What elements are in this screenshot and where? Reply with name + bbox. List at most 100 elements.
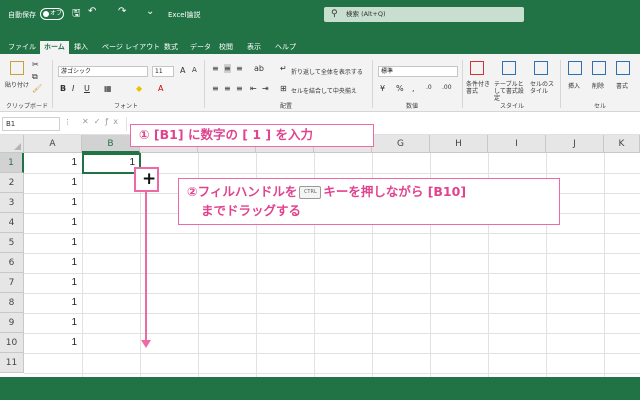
column-header-g[interactable]: G <box>372 135 430 153</box>
tab-data[interactable]: データ <box>190 42 211 52</box>
font-name-select[interactable]: 游ゴシック <box>58 66 148 77</box>
row-header-10[interactable]: 10 <box>0 333 24 353</box>
increase-font-icon[interactable]: A <box>180 66 185 75</box>
cell-styles-button[interactable]: セルのスタイル <box>530 81 554 95</box>
format-as-table-button[interactable]: テーブルとして書式設定 <box>494 81 526 102</box>
ribbon-separator <box>52 60 53 108</box>
delete-cells-button[interactable]: 削除 <box>592 81 604 90</box>
tab-review[interactable]: 校閲 <box>219 42 233 52</box>
column-header-i[interactable]: I <box>488 135 546 153</box>
name-box[interactable]: B1 <box>2 117 60 131</box>
decrease-decimal-icon[interactable]: .00 <box>442 84 452 91</box>
save-icon[interactable]: 🖫 <box>72 6 81 23</box>
outdent-icon[interactable]: ⇥ <box>262 84 269 93</box>
underline-button[interactable]: U <box>84 84 90 93</box>
row-header-1[interactable]: 1 <box>0 153 24 173</box>
align-middle-icon[interactable]: ≡ <box>224 64 231 73</box>
percent-icon[interactable]: % <box>396 84 404 93</box>
tab-formulas[interactable]: 数式 <box>164 42 178 52</box>
tab-help[interactable]: ヘルプ <box>275 42 296 52</box>
cell-a10[interactable]: 1 <box>24 333 80 353</box>
increase-decimal-icon[interactable]: .0 <box>426 84 432 91</box>
align-right-icon[interactable]: ≡ <box>236 84 243 93</box>
align-left-icon[interactable]: ≡ <box>212 84 219 93</box>
wrap-text-button[interactable]: 折り返して全体を表示する <box>291 67 363 76</box>
borders-icon[interactable]: ▦ <box>104 84 112 93</box>
redo-icon[interactable]: ↷ <box>118 6 126 17</box>
insert-cells-icon[interactable] <box>568 61 582 75</box>
cell-styles-icon[interactable] <box>534 61 548 75</box>
comma-style-icon[interactable]: , <box>412 84 415 93</box>
column-header-k[interactable]: K <box>604 135 640 153</box>
cell-a8[interactable]: 1 <box>24 293 80 313</box>
ribbon-separator <box>372 60 373 108</box>
align-bottom-icon[interactable]: ≡ <box>236 64 243 73</box>
row-header-4[interactable]: 4 <box>0 213 24 233</box>
cell-a1[interactable]: 1 <box>24 153 80 173</box>
row-header-5[interactable]: 5 <box>0 233 24 253</box>
tab-insert[interactable]: 挿入 <box>74 42 88 52</box>
cells-group-label: セル <box>594 103 607 110</box>
column-header-h[interactable]: H <box>430 135 488 153</box>
delete-cells-icon[interactable] <box>592 61 606 75</box>
decrease-font-icon[interactable]: A <box>192 66 197 74</box>
paste-button[interactable]: 貼り付け <box>5 80 29 89</box>
row-header-2[interactable]: 2 <box>0 173 24 193</box>
select-all-button[interactable] <box>0 135 24 153</box>
currency-icon[interactable]: ¥ <box>380 84 385 93</box>
arrow-down-icon <box>141 340 151 348</box>
number-format-select[interactable]: 標準 <box>378 66 458 77</box>
row-header-7[interactable]: 7 <box>0 273 24 293</box>
merge-icon: ⊞ <box>280 84 287 93</box>
font-color-icon[interactable]: A <box>158 84 163 93</box>
paste-icon[interactable] <box>10 61 24 75</box>
tab-file[interactable]: ファイル <box>8 42 36 52</box>
cut-icon[interactable]: ✂ <box>32 60 39 69</box>
italic-button[interactable]: I <box>72 84 74 93</box>
cell-a3[interactable]: 1 <box>24 193 80 213</box>
cell-a4[interactable]: 1 <box>24 213 80 233</box>
cell-a2[interactable]: 1 <box>24 173 80 193</box>
indent-icon[interactable]: ⇤ <box>250 84 257 93</box>
align-center-icon[interactable]: ≡ <box>224 84 231 93</box>
bold-button[interactable]: B <box>60 84 66 93</box>
gridline <box>604 153 605 377</box>
format-cells-icon[interactable] <box>616 61 630 75</box>
row-header-3[interactable]: 3 <box>0 193 24 213</box>
copy-icon[interactable]: ⧉ <box>32 72 38 82</box>
customize-quick-access-icon[interactable]: ⌄ <box>146 6 154 17</box>
column-header-a[interactable]: A <box>24 135 82 153</box>
cell-a6[interactable]: 1 <box>24 253 80 273</box>
format-as-table-icon[interactable] <box>502 61 516 75</box>
orientation-icon[interactable]: ab <box>254 64 264 73</box>
format-cells-button[interactable]: 書式 <box>616 81 628 90</box>
align-top-icon[interactable]: ≡ <box>212 64 219 73</box>
conditional-formatting-button[interactable]: 条件付き書式 <box>466 81 492 95</box>
cell-b1[interactable]: 1 <box>82 153 138 173</box>
tab-page-layout[interactable]: ページ レイアウト <box>102 42 160 52</box>
gridline <box>24 253 640 254</box>
cell-a9[interactable]: 1 <box>24 313 80 333</box>
cell-a5[interactable]: 1 <box>24 233 80 253</box>
fill-color-icon[interactable]: ◆ <box>136 84 142 93</box>
merge-center-button[interactable]: セルを結合して中央揃え <box>291 86 357 95</box>
row-header-11[interactable]: 11 <box>0 353 24 373</box>
insert-cells-button[interactable]: 挿入 <box>568 81 580 90</box>
fill-handle-cursor-highlight: + <box>134 167 159 192</box>
gridline <box>24 273 640 274</box>
spreadsheet-grid[interactable]: A B C D E F G H I J K 1 2 3 4 5 6 7 8 9 … <box>0 135 640 377</box>
cell-a7[interactable]: 1 <box>24 273 80 293</box>
column-header-j[interactable]: J <box>546 135 604 153</box>
row-header-9[interactable]: 9 <box>0 313 24 333</box>
conditional-formatting-icon[interactable] <box>470 61 484 75</box>
format-painter-icon[interactable]: 🖌 <box>32 84 42 93</box>
step2-text-part2: キーを押しながら [B10] <box>323 184 467 199</box>
row-header-8[interactable]: 8 <box>0 293 24 313</box>
search-box[interactable]: ⚲ 検索 (Alt+Q) <box>324 7 524 22</box>
undo-icon[interactable]: ↶ <box>88 6 96 17</box>
tab-home[interactable]: ホーム <box>40 41 69 54</box>
tab-view[interactable]: 表示 <box>247 42 261 52</box>
row-header-6[interactable]: 6 <box>0 253 24 273</box>
font-size-select[interactable]: 11 <box>152 66 174 77</box>
autosave-toggle[interactable]: オフ <box>40 8 64 20</box>
